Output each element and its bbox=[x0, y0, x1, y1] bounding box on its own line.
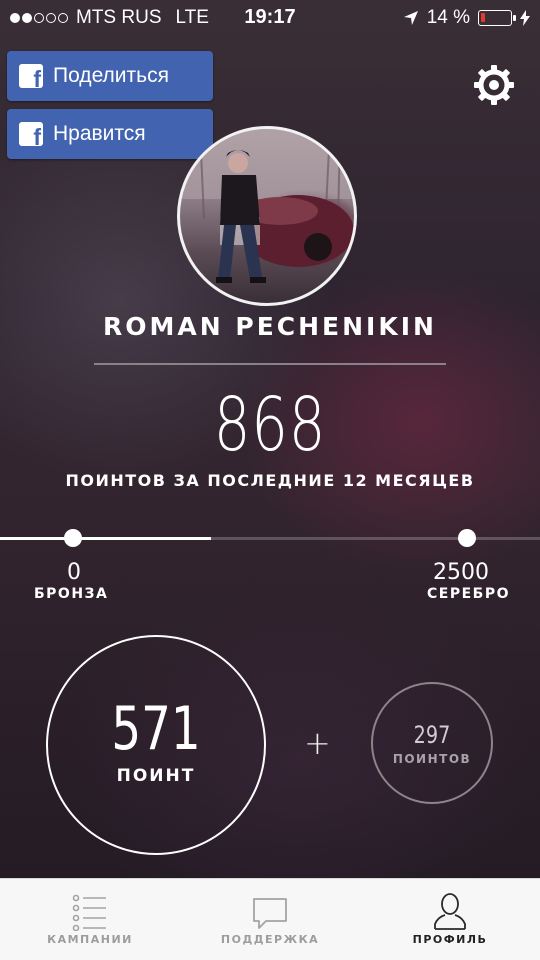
extra-points-value: 297 bbox=[413, 721, 451, 749]
tab-profile[interactable]: ПРОФИЛЬ bbox=[360, 879, 540, 960]
facebook-icon: f bbox=[19, 64, 43, 88]
level-current-label: БРОНЗА bbox=[34, 586, 109, 602]
tab-bar: КАМПАНИИ ПОДДЕРЖКА ПРОФИЛЬ bbox=[0, 878, 540, 960]
avatar-photo bbox=[180, 129, 354, 283]
tab-label: КАМПАНИИ bbox=[47, 933, 133, 946]
location-arrow-icon bbox=[403, 11, 418, 25]
avatar[interactable] bbox=[177, 126, 357, 306]
level-marker-current bbox=[64, 529, 82, 547]
list-icon bbox=[72, 894, 106, 931]
level-current-value: 0 bbox=[67, 560, 81, 585]
extra-points-label: ПОИНТОВ bbox=[392, 752, 472, 766]
like-button-label: Нравится bbox=[53, 122, 146, 145]
charging-bolt-icon bbox=[520, 10, 530, 26]
facebook-like-button[interactable]: f Нравится bbox=[7, 109, 213, 159]
tab-campaigns[interactable]: КАМПАНИИ bbox=[0, 879, 180, 960]
settings-gear-icon[interactable] bbox=[473, 64, 515, 106]
person-icon bbox=[434, 893, 466, 930]
facebook-share-button[interactable]: f Поделиться bbox=[7, 51, 213, 101]
main-points-value: 571 bbox=[111, 694, 201, 764]
tab-support[interactable]: ПОДДЕРЖКА bbox=[180, 879, 360, 960]
share-button-label: Поделиться bbox=[53, 64, 169, 87]
level-marker-next bbox=[458, 529, 476, 547]
tab-label: ПРОФИЛЬ bbox=[412, 933, 488, 946]
plus-sign: + bbox=[304, 724, 331, 762]
level-progress-fill bbox=[0, 537, 211, 540]
level-next-value: 2500 bbox=[433, 560, 489, 585]
main-points-label: ПОИНТ bbox=[116, 766, 196, 786]
chat-bubble-icon bbox=[253, 898, 287, 929]
points-caption: ПОИНТОВ ЗА ПОСЛЕДНИЕ 12 МЕСЯЦЕВ bbox=[65, 471, 475, 490]
status-bar: MTS RUS LTE 19:17 14 % bbox=[0, 0, 540, 36]
battery-percent: 14 % bbox=[426, 7, 470, 28]
level-next-label: СЕРЕБРО bbox=[427, 586, 510, 602]
facebook-icon: f bbox=[19, 122, 43, 146]
profile-name: ROMAN PECHENIKIN bbox=[103, 312, 437, 341]
total-points: 868 bbox=[213, 382, 327, 468]
battery-icon bbox=[478, 10, 516, 26]
divider bbox=[94, 363, 446, 365]
tab-label: ПОДДЕРЖКА bbox=[220, 933, 320, 946]
